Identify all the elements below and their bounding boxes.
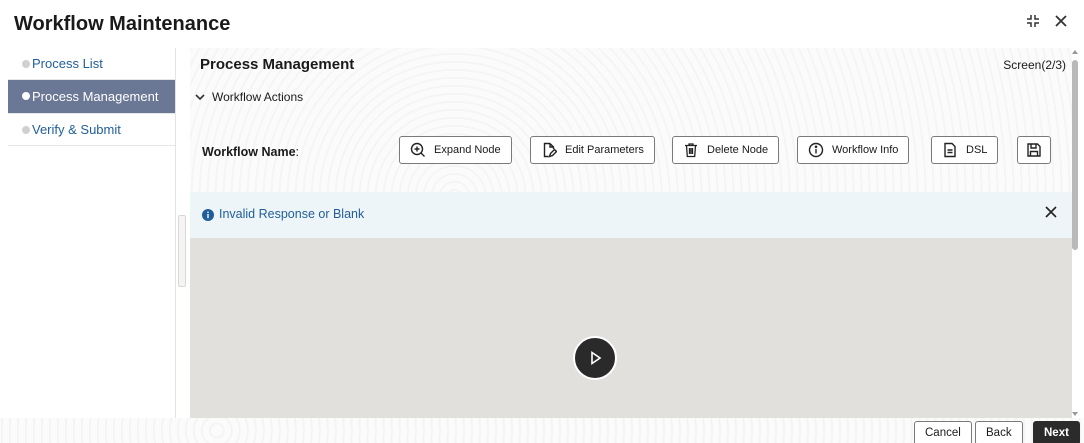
workflow-actions-toggle[interactable]: Workflow Actions (194, 90, 303, 104)
save-button[interactable] (1017, 136, 1051, 164)
play-button[interactable] (573, 336, 617, 380)
edit-parameters-button[interactable]: Edit Parameters (530, 136, 655, 164)
sidebar-item-label: Process Management (32, 89, 159, 104)
scroll-down-icon[interactable] (1072, 412, 1078, 416)
next-button[interactable]: Next (1033, 421, 1080, 443)
sidebar-item-process-list[interactable]: Process List (8, 48, 175, 80)
chevron-down-icon (195, 94, 205, 101)
info-icon (808, 142, 824, 158)
info-filled-icon (202, 209, 214, 221)
vertical-scrollbar[interactable] (1072, 50, 1078, 420)
back-button[interactable]: Back (975, 421, 1023, 443)
workflow-canvas[interactable] (190, 238, 1072, 418)
delete-node-icon (685, 143, 697, 158)
workflow-info-button[interactable]: Workflow Info (797, 136, 910, 164)
page-header: Workflow Maintenance (0, 0, 1084, 48)
step-dot-icon (22, 92, 30, 100)
close-icon[interactable] (1052, 12, 1070, 30)
sidebar-resize-handle[interactable] (178, 215, 186, 287)
main-panel: Process Management Screen(2/3) Workflow … (190, 48, 1072, 420)
play-icon (591, 350, 602, 366)
sidebar-item-label: Process List (32, 56, 103, 71)
workflow-actions-label: Workflow Actions (212, 90, 304, 104)
sidebar-item-label: Verify & Submit (32, 122, 121, 137)
page-title: Workflow Maintenance (14, 13, 231, 35)
save-icon (1027, 143, 1041, 157)
document-icon (944, 142, 956, 158)
sidebar-item-verify-submit[interactable]: Verify & Submit (8, 114, 175, 146)
alert-banner: Invalid Response or Blank (190, 192, 1072, 238)
scroll-up-icon[interactable] (1072, 50, 1078, 54)
step-dot-icon (22, 60, 30, 68)
dsl-button[interactable]: DSL (931, 136, 999, 164)
alert-message: Invalid Response or Blank (219, 207, 365, 221)
workflow-name-label: Workflow Name: (202, 145, 300, 159)
section-title: Process Management (200, 56, 355, 73)
expand-node-button[interactable]: Expand Node (399, 136, 512, 164)
screen-indicator: Screen(2/3) (1003, 58, 1066, 72)
collapse-icon[interactable] (1024, 12, 1042, 30)
cancel-button[interactable]: Cancel (914, 421, 972, 443)
zoom-in-icon (410, 142, 425, 157)
close-icon[interactable] (1044, 205, 1058, 219)
sidebar: Process List Process Management Verify &… (8, 48, 176, 418)
step-dot-icon (22, 126, 30, 134)
delete-node-button[interactable]: Delete Node (672, 136, 780, 164)
edit-document-icon (543, 142, 557, 158)
sidebar-item-process-management[interactable]: Process Management (8, 80, 175, 114)
scrollbar-thumb[interactable] (1072, 60, 1078, 250)
